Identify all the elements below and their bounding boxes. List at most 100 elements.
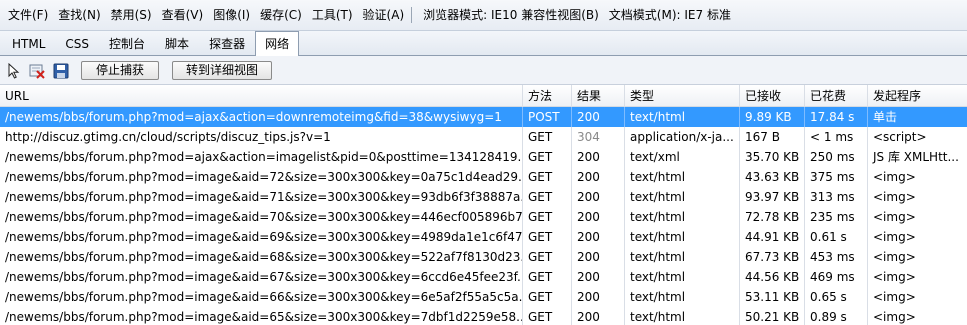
table-row[interactable]: http://discuz.gtimg.cn/cloud/scripts/dis… [0, 127, 967, 147]
tab-network[interactable]: 网络 [255, 31, 300, 56]
cell-method: GET [523, 227, 572, 247]
cell-type: text/html [625, 107, 740, 127]
cell-initiator: <img> [873, 270, 916, 284]
cell-taken: < 1 ms [805, 127, 868, 147]
menu-validate[interactable]: 验证(A) [358, 0, 410, 31]
cell-result: 200 [572, 107, 625, 127]
clear-entries-icon[interactable] [29, 63, 45, 79]
cell-type: text/html [625, 187, 740, 207]
menu-cache[interactable]: 缓存(C) [255, 0, 307, 31]
table-header: URL 方法 结果 类型 已接收 已花费 发起程序 [0, 85, 967, 107]
cell-taken: 0.65 s [805, 287, 868, 307]
stop-capture-button[interactable]: 停止捕获 [81, 61, 159, 80]
menu-view[interactable]: 查看(V) [157, 0, 209, 31]
cell-initiator: <img> [873, 210, 916, 224]
column-header-url[interactable]: URL [0, 85, 523, 107]
cell-initiator: <img> [873, 230, 916, 244]
cursor-icon[interactable] [6, 62, 22, 79]
cell-received: 67.73 KB [740, 247, 805, 267]
cell-received: 50.21 KB [740, 307, 805, 325]
cell-result: 200 [572, 207, 625, 227]
table-row[interactable]: /newems/bbs/forum.php?mod=image&aid=66&s… [0, 287, 967, 307]
cell-result: 200 [572, 247, 625, 267]
cell-initiator: <img> [873, 190, 916, 204]
cell-result: 200 [572, 287, 625, 307]
cell-initiator: <img> [873, 290, 916, 304]
table-row[interactable]: /newems/bbs/forum.php?mod=image&aid=69&s… [0, 227, 967, 247]
menu-bar: 文件(F) 查找(N) 禁用(S) 查看(V) 图像(I) 缓存(C) 工具(T… [0, 0, 967, 31]
cell-received: 35.70 KB [740, 147, 805, 167]
cell-type: text/html [625, 167, 740, 187]
menu-document-mode[interactable]: 文档模式(M): IE7 标准 [604, 0, 736, 31]
cell-initiator: <img> [873, 310, 916, 324]
table-row[interactable]: /newems/bbs/forum.php?mod=image&aid=67&s… [0, 267, 967, 287]
detail-view-button[interactable]: 转到详细视图 [172, 61, 272, 80]
cell-initiator: JS 库 XMLHtt... [873, 150, 959, 164]
menu-file[interactable]: 文件(F) [3, 0, 53, 31]
cell-method: GET [523, 247, 572, 267]
cell-taken: 453 ms [805, 247, 868, 267]
cell-received: 44.91 KB [740, 227, 805, 247]
cell-url: /newems/bbs/forum.php?mod=image&aid=72&s… [0, 167, 523, 187]
menu-images[interactable]: 图像(I) [208, 0, 255, 31]
save-icon[interactable] [53, 63, 69, 79]
cell-result: 200 [572, 147, 625, 167]
column-header-initiator[interactable]: 发起程序 [868, 85, 967, 107]
cell-method: GET [523, 207, 572, 227]
cell-received: 167 B [740, 127, 805, 147]
cell-method: GET [523, 147, 572, 167]
cell-result: 200 [572, 167, 625, 187]
cell-method: GET [523, 127, 572, 147]
cell-url: /newems/bbs/forum.php?mod=ajax&action=do… [0, 107, 523, 127]
menu-tools[interactable]: 工具(T) [307, 0, 358, 31]
table-row[interactable]: /newems/bbs/forum.php?mod=ajax&action=do… [0, 107, 967, 127]
cell-type: text/html [625, 307, 740, 325]
table-row[interactable]: /newems/bbs/forum.php?mod=image&aid=72&s… [0, 167, 967, 187]
network-request-table: URL 方法 结果 类型 已接收 已花费 发起程序 /newems/bbs/fo… [0, 85, 967, 325]
cell-type: text/html [625, 207, 740, 227]
tab-bar: HTML CSS 控制台 脚本 探查器 网络 [0, 31, 967, 56]
cell-method: GET [523, 167, 572, 187]
cell-result: 200 [572, 227, 625, 247]
table-row[interactable]: /newems/bbs/forum.php?mod=image&aid=65&s… [0, 307, 967, 325]
tab-html[interactable]: HTML [2, 32, 55, 55]
cell-type: text/html [625, 267, 740, 287]
column-header-received[interactable]: 已接收 [740, 85, 805, 107]
column-header-type[interactable]: 类型 [625, 85, 740, 107]
cell-type: text/html [625, 247, 740, 267]
cell-received: 43.63 KB [740, 167, 805, 187]
cell-taken: 17.84 s [805, 107, 868, 127]
cell-type: text/xml [625, 147, 740, 167]
table-row[interactable]: /newems/bbs/forum.php?mod=image&aid=70&s… [0, 207, 967, 227]
cell-initiator: 单击 [873, 110, 898, 124]
menu-browser-mode[interactable]: 浏览器模式: IE10 兼容性视图(B) [418, 0, 604, 31]
cell-url: /newems/bbs/forum.php?mod=image&aid=70&s… [0, 207, 523, 227]
cell-result: 304 [572, 127, 625, 147]
column-header-taken[interactable]: 已花费 [805, 85, 868, 107]
column-header-method[interactable]: 方法 [523, 85, 572, 107]
menu-find[interactable]: 查找(N) [53, 0, 105, 31]
tab-css[interactable]: CSS [55, 32, 99, 55]
cell-initiator: <script> [873, 130, 927, 144]
cell-received: 9.89 KB [740, 107, 805, 127]
table-row[interactable]: /newems/bbs/forum.php?mod=image&aid=68&s… [0, 247, 967, 267]
cell-url: /newems/bbs/forum.php?mod=image&aid=66&s… [0, 287, 523, 307]
table-row[interactable]: /newems/bbs/forum.php?mod=ajax&action=im… [0, 147, 967, 167]
cell-type: text/html [625, 287, 740, 307]
column-header-result[interactable]: 结果 [572, 85, 625, 107]
table-row[interactable]: /newems/bbs/forum.php?mod=image&aid=71&s… [0, 187, 967, 207]
cell-received: 44.56 KB [740, 267, 805, 287]
cell-url: /newems/bbs/forum.php?mod=image&aid=68&s… [0, 247, 523, 267]
cell-taken: 375 ms [805, 167, 868, 187]
cell-method: GET [523, 307, 572, 325]
tab-console[interactable]: 控制台 [99, 32, 155, 55]
cell-received: 93.97 KB [740, 187, 805, 207]
cell-taken: 235 ms [805, 207, 868, 227]
cell-taken: 0.89 s [805, 307, 868, 325]
cell-taken: 250 ms [805, 147, 868, 167]
cell-result: 200 [572, 307, 625, 325]
cell-taken: 313 ms [805, 187, 868, 207]
tab-profiler[interactable]: 探查器 [199, 32, 255, 55]
tab-script[interactable]: 脚本 [155, 32, 199, 55]
menu-disable[interactable]: 禁用(S) [106, 0, 157, 31]
